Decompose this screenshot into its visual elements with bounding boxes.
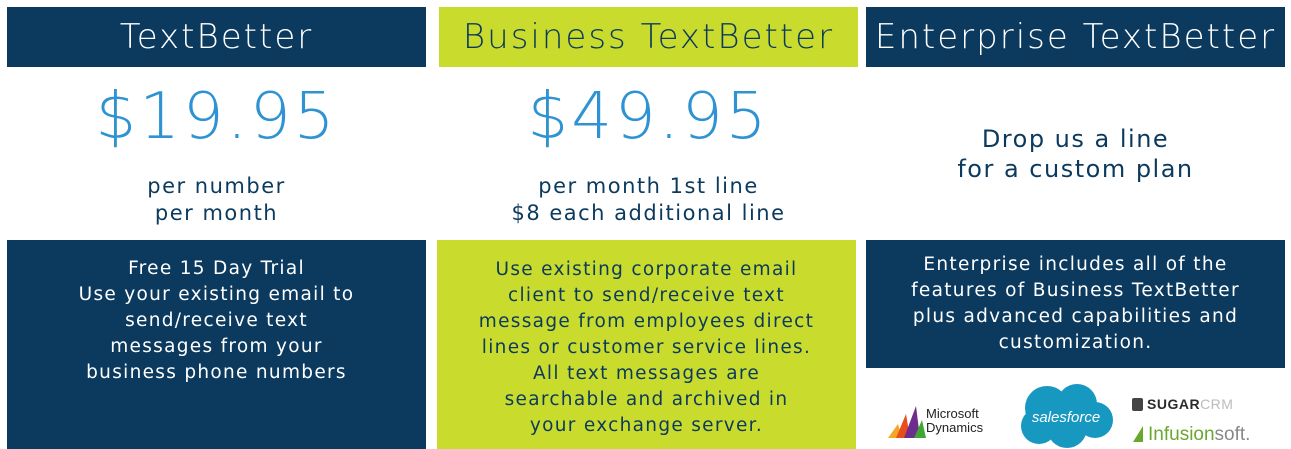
description-line: plus advanced capabilities and (912, 306, 1239, 327)
plan-description-box: Free 15 Day Trial Use your existing emai… (7, 240, 426, 449)
logo-text: CRM (1200, 396, 1234, 412)
salesforce-logo: salesforce (1017, 382, 1115, 449)
infusionsoft-logo: Infusionsoft. (1132, 424, 1287, 448)
description-line: Use existing corporate email (495, 259, 798, 280)
description-line: All text messages are (532, 363, 761, 384)
microsoft-dynamics-icon (888, 406, 926, 438)
description-line: messages from your (110, 336, 323, 357)
description-line: Enterprise includes all of the (923, 254, 1228, 275)
price-note-line: per month 1st line (538, 174, 759, 198)
logo-text: Infusion (1148, 424, 1215, 445)
description-line: send/receive text (125, 310, 308, 331)
contact-note-line: Drop us a line (981, 125, 1170, 153)
description-line: searchable and archived in (504, 389, 789, 410)
plan-header-textbetter: TextBetter (7, 7, 426, 67)
description-line: features of Business TextBetter (911, 280, 1240, 301)
leaf-icon (1133, 426, 1143, 442)
logo-text: Dynamics (926, 420, 984, 435)
plan-description: Free 15 Day Trial Use your existing emai… (79, 256, 355, 386)
plan-price-note: per number per month (7, 173, 426, 227)
partner-logos: Microsoft Dynamics salesforce SUGARCRM I… (878, 382, 1291, 449)
plan-header-business: Business TextBetter (439, 7, 858, 67)
description-line: customization. (998, 332, 1153, 353)
plan-price: $49.95 (527, 80, 770, 154)
contact-note-line: for a custom plan (957, 155, 1194, 183)
plan-price-note: per month 1st line $8 each additional li… (439, 173, 858, 227)
microsoft-dynamics-logo: Microsoft Dynamics (886, 402, 1006, 442)
price-note-line: per number (147, 174, 286, 198)
plan-description: Use existing corporate email client to s… (479, 257, 814, 439)
plan-description: Enterprise includes all of the features … (911, 252, 1240, 356)
price-note-line: $8 each additional line (511, 201, 786, 225)
description-line: message from employees direct (478, 311, 815, 332)
plan-contact-note: Drop us a line for a custom plan (866, 124, 1285, 184)
description-line: your exchange server. (529, 415, 764, 436)
price-note-line: per month (154, 201, 279, 225)
description-line: Free 15 Day Trial (128, 258, 305, 279)
plan-description-box: Enterprise includes all of the features … (866, 240, 1285, 368)
plan-header-enterprise: Enterprise TextBetter (866, 7, 1285, 67)
logo-text: salesforce (1031, 409, 1101, 426)
description-line: lines or customer service lines. (481, 337, 812, 358)
sugar-cube-icon (1132, 398, 1143, 411)
description-line: Use your existing email to (78, 284, 355, 305)
plan-description-box: Use existing corporate email client to s… (437, 240, 856, 449)
sugarcrm-logo: SUGARCRM (1132, 396, 1282, 416)
logo-text: Microsoft (926, 406, 979, 421)
plan-title: TextBetter (119, 17, 314, 57)
description-line: client to send/receive text (508, 285, 785, 306)
description-line: business phone numbers (86, 362, 347, 383)
logo-text: SUGAR (1147, 396, 1201, 412)
plan-title: Business TextBetter (462, 17, 835, 57)
plan-price: $19.95 (95, 80, 338, 154)
logo-text: soft. (1214, 424, 1251, 445)
plan-title: Enterprise TextBetter (874, 17, 1277, 57)
